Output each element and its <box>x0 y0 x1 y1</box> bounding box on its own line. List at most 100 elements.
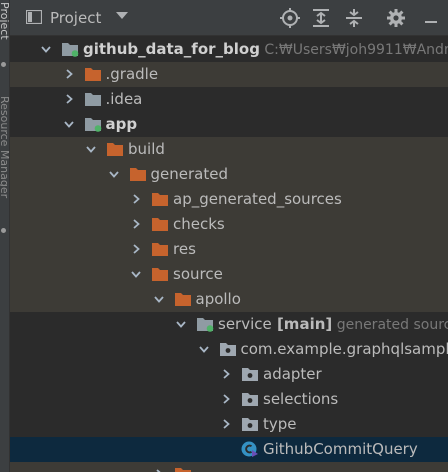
tree-item-name: .gradle <box>105 65 159 83</box>
tree-item-label: service [main] generated sources ro <box>218 315 448 333</box>
chevron-right-icon[interactable] <box>153 468 165 472</box>
chevron-down-icon[interactable] <box>108 168 120 180</box>
package-icon <box>241 366 259 382</box>
tree-item-name: source <box>173 265 223 283</box>
view-dropdown-chevron-icon[interactable] <box>116 12 128 19</box>
tree-item-label: github_data_for_blog C:₩Users₩joh9911₩An… <box>83 40 448 58</box>
project-toolbar: Project <box>10 0 448 36</box>
expand-all-icon[interactable] <box>310 7 332 29</box>
tree-row[interactable]: .idea <box>10 87 448 112</box>
chevron-down-icon[interactable] <box>63 118 75 130</box>
tree-row[interactable]: res <box>10 237 448 262</box>
tree-row[interactable]: github_data_for_blog C:₩Users₩joh9911₩An… <box>10 37 448 62</box>
chevron-down-icon[interactable] <box>153 293 165 305</box>
tree-item-name: build <box>128 140 165 158</box>
tree-item-label: GithubCommitQuery <box>263 440 418 458</box>
chevron-right-icon[interactable] <box>130 243 142 255</box>
project-view-icon <box>26 10 42 24</box>
folder-icon <box>174 466 192 472</box>
collapse-all-icon[interactable] <box>343 7 365 29</box>
folder-icon <box>151 266 169 282</box>
folder-icon <box>151 191 169 207</box>
tree-row[interactable]: source <box>10 262 448 287</box>
package-icon <box>219 341 237 357</box>
chevron-right-icon[interactable] <box>63 93 75 105</box>
chevron-right-icon[interactable] <box>220 418 232 430</box>
tree-item-name: generated <box>150 165 228 183</box>
chevron-right-icon[interactable] <box>130 218 142 230</box>
tree-item-name: .idea <box>105 90 143 108</box>
tree-row[interactable]: app <box>10 112 448 137</box>
tree-row[interactable]: apollo <box>10 287 448 312</box>
tree-item-label: com.example.graphqlsample.que <box>241 340 448 358</box>
source-set-tag: [main] <box>271 315 333 333</box>
chevron-down-icon[interactable] <box>40 43 52 55</box>
tree-row[interactable]: service [main] generated sources ro <box>10 312 448 337</box>
tree-row-selected[interactable]: GithubCommitQuery <box>10 437 448 462</box>
tree-row[interactable]: ap_generated_sources <box>10 187 448 212</box>
tree-row[interactable]: .gradle <box>10 62 448 87</box>
tree-row[interactable]: checks <box>10 212 448 237</box>
tree-row[interactable]: type <box>10 412 448 437</box>
tree-item-label: checks <box>173 215 225 233</box>
tree-item-name: GithubCommitQuery <box>263 440 418 458</box>
project-view-title[interactable]: Project <box>50 9 101 27</box>
gear-icon[interactable] <box>385 7 407 29</box>
tree-item-hint: C:₩Users₩joh9911₩AndroidStudi <box>264 42 448 58</box>
side-tab-project-icon <box>1 62 6 67</box>
tree-row[interactable]: generated <box>10 162 448 187</box>
tree-item-label: res <box>173 240 196 258</box>
chevron-down-icon[interactable] <box>198 343 210 355</box>
folder-icon <box>84 91 102 107</box>
tree-item-name: adapter <box>263 365 322 383</box>
folder-icon <box>129 166 147 182</box>
tree-item-label: ap_generated_sources <box>173 190 342 208</box>
folder-icon <box>106 141 124 157</box>
hide-icon[interactable] <box>420 7 442 29</box>
chevron-right-icon[interactable] <box>220 393 232 405</box>
side-tab-resource-manager-icon <box>1 228 6 233</box>
folder-icon <box>174 291 192 307</box>
chevron-down-icon[interactable] <box>85 143 97 155</box>
folder-icon <box>151 216 169 232</box>
tree-item-label: build <box>128 140 165 158</box>
chevron-right-icon[interactable] <box>220 368 232 380</box>
tree-item-name: service <box>218 315 272 333</box>
tree-item-label: adapter <box>263 365 322 383</box>
tree-row[interactable]: build <box>10 137 448 162</box>
chevron-right-icon[interactable] <box>63 68 75 80</box>
tree-item-label: selections <box>263 390 338 408</box>
side-tab-project[interactable]: Project <box>0 2 11 40</box>
tree-row[interactable]: adapter <box>10 362 448 387</box>
tree-item-name: res <box>173 240 196 258</box>
tree-item-name: type <box>263 415 297 433</box>
tool-window-strip: Project Resource Manager <box>0 0 11 472</box>
tree-item-name: checks <box>173 215 225 233</box>
side-tab-resource-manager[interactable]: Resource Manager <box>0 96 11 198</box>
chevron-down-icon[interactable] <box>175 318 187 330</box>
tree-item-label: generated <box>151 165 228 183</box>
tree-item-label: .idea <box>106 90 143 108</box>
tree-item-label: apollo <box>196 290 241 308</box>
locate-icon[interactable] <box>279 7 301 29</box>
tree-item-name: com.example.graphqlsample.que <box>240 340 448 358</box>
tree-row[interactable]: selections <box>10 387 448 412</box>
tree-item-name: apollo <box>195 290 241 308</box>
tree-item-hint: generated sources ro <box>336 317 448 333</box>
tree-row[interactable] <box>10 462 448 472</box>
tree-item-name: selections <box>263 390 339 408</box>
chevron-right-icon[interactable] <box>130 193 142 205</box>
package-icon <box>241 391 259 407</box>
tree-item-label: app <box>106 115 138 133</box>
module-folder-icon <box>84 116 102 132</box>
tree-item-name: ap_generated_sources <box>173 190 342 208</box>
module-folder-icon <box>61 41 79 57</box>
chevron-down-icon[interactable] <box>130 268 142 280</box>
project-tree[interactable]: github_data_for_blog C:₩Users₩joh9911₩An… <box>10 36 448 472</box>
tree-item-name: github_data_for_blog <box>83 40 260 58</box>
tree-item-label: type <box>263 415 297 433</box>
module-folder-icon <box>196 316 214 332</box>
tree-row[interactable]: com.example.graphqlsample.que <box>10 337 448 362</box>
tree-item-name: app <box>105 115 138 133</box>
class-icon <box>241 441 259 457</box>
